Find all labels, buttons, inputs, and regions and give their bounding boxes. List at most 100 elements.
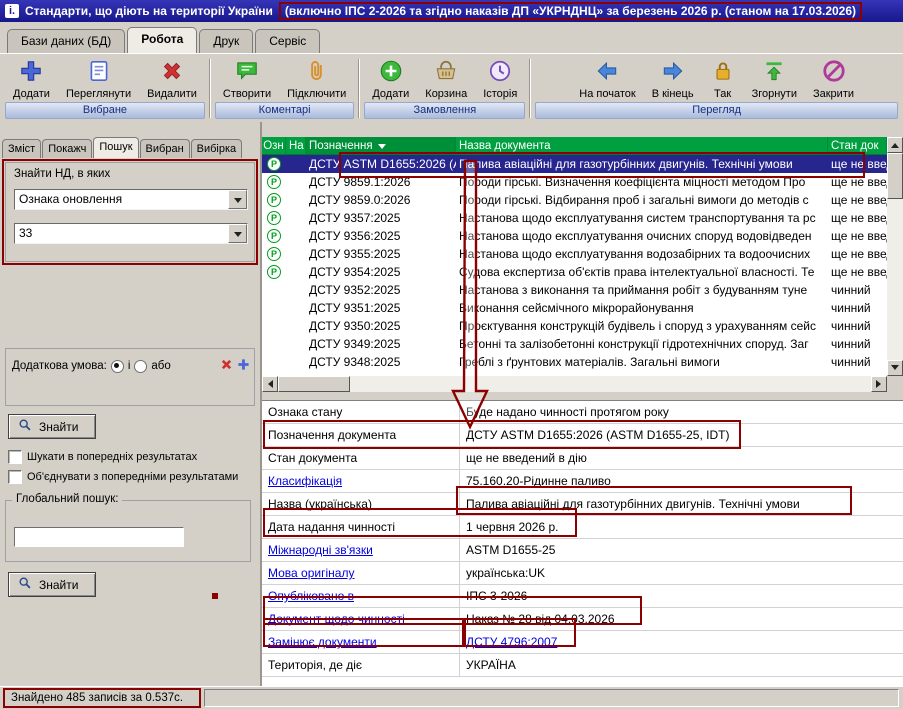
column-header-status[interactable]: Стан док: [828, 137, 887, 155]
table-row[interactable]: РДСТУ 9357:2025Настанова щодо експлуатув…: [262, 209, 887, 227]
application-window: і. Стандарти, що діють на території Укра…: [0, 0, 903, 709]
toolbar-group-label-view: Перегляд: [535, 102, 898, 119]
document-details-panel: Ознака стану Буде надано чинності протяг…: [262, 400, 903, 686]
radio-and[interactable]: [111, 360, 124, 373]
detail-row: Територія, де діє УКРАЇНА: [262, 654, 903, 677]
detail-value: УКРАЇНА: [466, 658, 516, 672]
orders-add-button[interactable]: Додати: [365, 55, 416, 101]
combobox-dropdown-button[interactable]: [228, 190, 247, 209]
view-tak-button[interactable]: Так: [703, 55, 743, 101]
radio-or[interactable]: [134, 360, 147, 373]
table-row[interactable]: РДСТУ 9859.0:2026Породи гірські. Відбира…: [262, 191, 887, 209]
detail-label[interactable]: Опубліковано в: [268, 589, 354, 603]
sidebar-tab-favorites[interactable]: Вибран: [140, 139, 190, 158]
tab-service[interactable]: Сервіс: [255, 29, 320, 53]
table-row[interactable]: ДСТУ 9352:2025Настанова з виконання та п…: [262, 281, 887, 299]
scroll-down-icon[interactable]: [887, 360, 903, 376]
value-combobox[interactable]: 33: [14, 223, 248, 244]
detail-label[interactable]: Мова оригіналу: [268, 566, 354, 580]
detail-label: Назва (українська): [268, 497, 372, 511]
remove-condition-icon[interactable]: [220, 358, 233, 374]
paperclip-icon: [304, 58, 330, 87]
sidebar-tab-indexes[interactable]: Покажч: [42, 139, 92, 158]
detail-label[interactable]: Класифікація: [268, 474, 342, 488]
table-row[interactable]: РДСТУ 9354:2025Судова експертиза об'єкті…: [262, 263, 887, 281]
plus-icon: [18, 58, 44, 87]
comment-icon: [234, 58, 260, 87]
history-icon: [487, 58, 513, 87]
orders-basket-button[interactable]: Корзина: [418, 55, 474, 101]
view-last-button[interactable]: В кінець: [645, 55, 701, 101]
comments-attach-button[interactable]: Підключити: [280, 55, 353, 101]
status-pending-icon: Р: [267, 211, 281, 225]
table-row[interactable]: ДСТУ 9350:2025Проєктування конструкцій б…: [262, 317, 887, 335]
detail-row: Стан документа ще не введений в дію: [262, 447, 903, 470]
sidebar-tab-content[interactable]: Зміст: [2, 139, 41, 158]
table-row[interactable]: ДСТУ 9348:2025Греблі з ґрунтових матеріа…: [262, 353, 887, 371]
detail-value[interactable]: ДСТУ 4796:2007: [466, 635, 557, 649]
search-previous-checkbox[interactable]: [8, 450, 22, 464]
scroll-up-icon[interactable]: [887, 137, 903, 153]
column-header-ozn[interactable]: Озн: [262, 137, 286, 155]
delete-x-icon: [159, 58, 185, 87]
detail-row: Класифікація 75.160.20-Рідинне паливо: [262, 470, 903, 493]
table-row[interactable]: РДСТУ 9355:2025Настанова щодо експлуатув…: [262, 245, 887, 263]
table-row[interactable]: РДСТУ ASTM D1655:2026 (ASTM D1655-25, ID…: [262, 155, 887, 173]
column-header-document-name[interactable]: Назва документа: [456, 137, 828, 155]
lock-icon: [710, 58, 736, 87]
detail-label: Ознака стану: [268, 405, 342, 419]
find-button[interactable]: Знайти: [8, 414, 96, 439]
toolbar: Додати Переглянути Видалити Вибране Ство…: [0, 53, 903, 122]
view-close-button[interactable]: Закрити: [806, 55, 861, 101]
toolbar-separator: [209, 59, 211, 118]
detail-label[interactable]: Документ щодо чинності: [268, 612, 405, 626]
magnifier-icon: [18, 576, 32, 593]
combobox-dropdown-button[interactable]: [228, 224, 247, 243]
table-row[interactable]: РДСТУ 9356:2025Настанова щодо експлуатув…: [262, 227, 887, 245]
detail-label: Дата надання чинності: [268, 520, 395, 534]
comments-create-button[interactable]: Створити: [216, 55, 278, 101]
menu-tab-bar: Бази даних (БД) Робота Друк Сервіс: [0, 22, 903, 53]
table-row[interactable]: РДСТУ 9859.1:2026Породи гірські. Визначе…: [262, 173, 887, 191]
detail-label[interactable]: Замінює документи: [268, 635, 377, 649]
sidebar-tab-search[interactable]: Пошук: [93, 137, 138, 158]
table-horizontal-scrollbar[interactable]: [262, 376, 887, 392]
add-condition-icon[interactable]: [237, 358, 250, 374]
detail-label[interactable]: Міжнародні зв'язки: [268, 543, 373, 557]
favorites-add-button[interactable]: Додати: [6, 55, 57, 101]
detail-row: Позначення документа ДСТУ ASTM D1655:202…: [262, 424, 903, 447]
detail-value: Наказ № 28 від 04.03.2026: [466, 612, 615, 626]
toolbar-group-view: На початок В кінець Так Згорнути Закрити: [532, 55, 901, 122]
status-pending-icon: Р: [267, 247, 281, 261]
vertical-scroll-thumb[interactable]: [887, 153, 903, 199]
favorites-delete-button[interactable]: Видалити: [140, 55, 204, 101]
column-header-na[interactable]: На: [286, 137, 306, 155]
table-vertical-scrollbar[interactable]: [887, 137, 903, 376]
update-attribute-combobox[interactable]: Ознака оновлення: [14, 189, 248, 210]
scroll-right-icon[interactable]: [871, 376, 887, 392]
merge-previous-checkbox[interactable]: [8, 470, 22, 484]
table-row[interactable]: ДСТУ 9351:2025Виконання сейсмічного мікр…: [262, 299, 887, 317]
merge-previous-checkbox-row: Об'єднувати з попередніми результатами: [8, 470, 260, 484]
detail-value: ДСТУ ASTM D1655:2026 (ASTM D1655-25, IDT…: [466, 428, 729, 442]
tab-databases[interactable]: Бази даних (БД): [7, 29, 125, 53]
orders-history-button[interactable]: Історія: [476, 55, 524, 101]
view-collapse-button[interactable]: Згорнути: [745, 55, 804, 101]
tab-work[interactable]: Робота: [127, 27, 197, 53]
sidebar-tab-selection[interactable]: Вибірка: [191, 139, 243, 158]
view-first-button[interactable]: На початок: [572, 55, 642, 101]
global-find-button[interactable]: Знайти: [8, 572, 96, 597]
table-row[interactable]: ДСТУ 9349:2025Бетонні та залізобетонні к…: [262, 335, 887, 353]
details-body: Ознака стану Буде надано чинності протяг…: [262, 401, 903, 677]
table-body: РДСТУ ASTM D1655:2026 (ASTM D1655-25, ID…: [262, 155, 887, 376]
column-header-designation[interactable]: Позначення: [306, 137, 456, 155]
table-header: Озн На Позначення Назва документа Стан д…: [262, 137, 887, 155]
scroll-left-icon[interactable]: [262, 376, 278, 392]
toolbar-separator: [529, 59, 531, 118]
favorites-view-button[interactable]: Переглянути: [59, 55, 138, 101]
tab-print[interactable]: Друк: [199, 29, 253, 53]
detail-row: Ознака стану Буде надано чинності протяг…: [262, 401, 903, 424]
global-search-input[interactable]: [14, 527, 184, 547]
additional-condition-group: Додаткова умова: і або: [5, 348, 255, 406]
horizontal-scroll-thumb[interactable]: [278, 376, 350, 392]
